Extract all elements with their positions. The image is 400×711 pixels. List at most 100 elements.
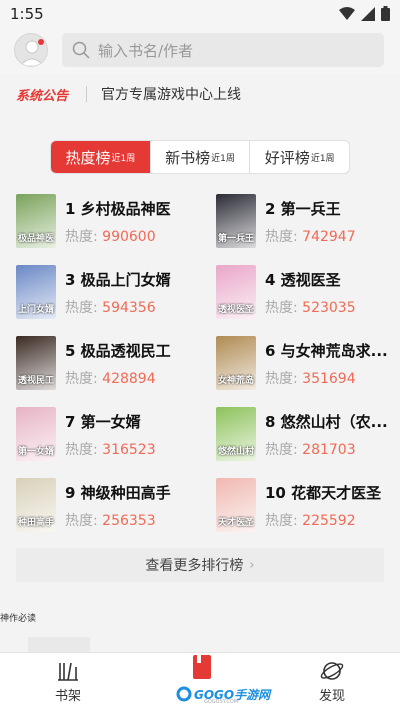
ranking-item[interactable]: 悠然山村 8 悠然山村（农... 热度: 281703	[216, 407, 396, 465]
watermark-sub: GOGOSY.COM	[204, 699, 239, 705]
book-heat: 热度: 225592	[265, 510, 356, 530]
cover-text: 悠然山村	[218, 447, 255, 457]
book-title: 2 第一兵王	[265, 200, 341, 218]
search-input[interactable]: 输入书名/作者	[62, 33, 384, 67]
book-heat: 热度: 594356	[65, 297, 156, 317]
planet-icon	[320, 662, 344, 680]
book-title: 10 花都天才医圣	[265, 484, 382, 502]
book-cover: 透视民工	[16, 336, 56, 390]
tab-rating[interactable]: 好评榜 近1周	[250, 141, 349, 173]
ranking-tabs: 热度榜 近1周 新书榜 近1周 好评榜 近1周	[50, 140, 350, 174]
heat-value: 523035	[302, 300, 356, 316]
cover-text: 第一兵王	[218, 234, 255, 244]
signal-icon	[361, 6, 375, 21]
heat-label: 热度:	[265, 300, 298, 316]
ranking-item[interactable]: 天才医圣 10 花都天才医圣 热度: 225592	[216, 478, 396, 536]
nav-bookshelf[interactable]: 书架	[28, 657, 108, 704]
heat-value: 256353	[102, 513, 156, 529]
heat-value: 428894	[102, 371, 156, 387]
more-rankings-button[interactable]: 查看更多排行榜 ›	[16, 548, 384, 582]
cover-text: 极品神医	[18, 234, 55, 244]
status-bar: 1:55	[0, 0, 400, 28]
book-cover: 透视医圣	[216, 265, 256, 319]
heat-value: 316523	[102, 442, 156, 458]
search-icon	[72, 41, 90, 59]
book-center-icon	[193, 655, 211, 679]
heat-label: 热度:	[65, 513, 98, 529]
cover-text: 女神荒岛	[218, 376, 255, 386]
search-placeholder: 输入书名/作者	[98, 41, 194, 60]
book-cover: 种田高手	[16, 478, 56, 532]
tab-new[interactable]: 新书榜 近1周	[151, 141, 251, 173]
nav-label: 书架	[54, 689, 81, 704]
watermark-logo: GOGO手游网 GOGOSY.COM	[176, 683, 286, 705]
heat-label: 热度:	[265, 442, 298, 458]
book-heat: 热度: 281703	[265, 439, 356, 459]
user-avatar-icon	[19, 39, 45, 66]
ranking-item[interactable]: 透视医圣 4 透视医圣 热度: 523035	[216, 265, 396, 323]
ranking-item[interactable]: 种田高手 9 神级种田高手 热度: 256353	[16, 478, 196, 536]
announcement-text: 官方专属游戏中心上线	[101, 87, 242, 103]
tab-label: 热度榜	[65, 148, 111, 167]
status-icons	[339, 6, 390, 21]
book-heat: 热度: 742947	[265, 226, 356, 246]
notice-divider	[86, 86, 88, 102]
tab-sub: 近1周	[211, 153, 235, 164]
heat-label: 热度:	[265, 513, 298, 529]
section-title: 神作必读	[0, 614, 37, 624]
book-title: 5 极品透视民工	[65, 342, 171, 360]
cover-text: 种田高手	[18, 518, 55, 528]
tab-sub: 近1周	[310, 153, 335, 164]
tab-hot[interactable]: 热度榜 近1周	[51, 141, 151, 173]
ranking-item[interactable]: 极品神医 1 乡村极品神医 热度: 990600	[16, 194, 196, 252]
ranking-item[interactable]: 上门女婿 3 极品上门女婿 热度: 594356	[16, 265, 196, 323]
announcement-bar[interactable]: 系统公告 官方专属游戏中心上线	[0, 76, 400, 112]
ranking-item[interactable]: 第一女婿 7 第一女婿 热度: 316523	[16, 407, 196, 465]
status-time: 1:55	[10, 5, 44, 23]
book-title: 9 神级种田高手	[65, 484, 171, 502]
announcement-tag: 系统公告	[16, 88, 69, 104]
ranking-item[interactable]: 透视民工 5 极品透视民工 热度: 428894	[16, 336, 196, 394]
cover-text: 透视医圣	[218, 305, 255, 315]
book-heat: 热度: 316523	[65, 439, 156, 459]
heat-label: 热度:	[65, 371, 98, 387]
book-cover: 上门女婿	[16, 265, 56, 319]
header: 输入书名/作者	[0, 28, 400, 74]
watermark-globe-icon	[176, 686, 192, 702]
book-cover: 女神荒岛	[216, 336, 256, 390]
heat-value: 225592	[302, 513, 356, 529]
heat-value: 990600	[102, 229, 156, 245]
book-title: 4 透视医圣	[265, 271, 341, 289]
cover-text: 第一女婿	[18, 447, 55, 457]
heat-value: 281703	[302, 442, 356, 458]
book-heat: 热度: 256353	[65, 510, 156, 530]
book-heat: 热度: 428894	[65, 368, 156, 388]
chevron-right-icon: ›	[249, 557, 255, 573]
ranking-item[interactable]: 女神荒岛 6 与女神荒岛求... 热度: 351694	[216, 336, 396, 394]
cover-text: 天才医圣	[218, 518, 255, 528]
heat-label: 热度:	[65, 442, 98, 458]
nav-center[interactable]	[172, 653, 232, 687]
nav-label: 发现	[318, 689, 345, 704]
book-cover: 天才医圣	[216, 478, 256, 532]
nav-discover[interactable]: 发现	[292, 657, 372, 704]
battery-icon	[381, 6, 390, 21]
heat-label: 热度:	[265, 371, 298, 387]
ranking-item[interactable]: 第一兵王 2 第一兵王 热度: 742947	[216, 194, 396, 252]
heat-label: 热度:	[65, 300, 98, 316]
book-cover: 第一兵王	[216, 194, 256, 248]
book-heat: 热度: 523035	[265, 297, 356, 317]
wifi-icon	[339, 6, 355, 20]
book-title: 1 乡村极品神医	[65, 200, 171, 218]
heat-label: 热度:	[265, 229, 298, 245]
heat-value: 594356	[102, 300, 156, 316]
more-rankings-label: 查看更多排行榜	[145, 558, 244, 574]
tab-label: 好评榜	[264, 148, 310, 167]
book-title: 7 第一女婿	[65, 413, 141, 431]
avatar[interactable]	[14, 33, 48, 67]
heat-value: 742947	[302, 229, 356, 245]
book-heat: 热度: 990600	[65, 226, 156, 246]
cover-text: 透视民工	[18, 376, 55, 386]
book-title: 6 与女神荒岛求...	[265, 342, 388, 360]
book-cover: 极品神医	[16, 194, 56, 248]
